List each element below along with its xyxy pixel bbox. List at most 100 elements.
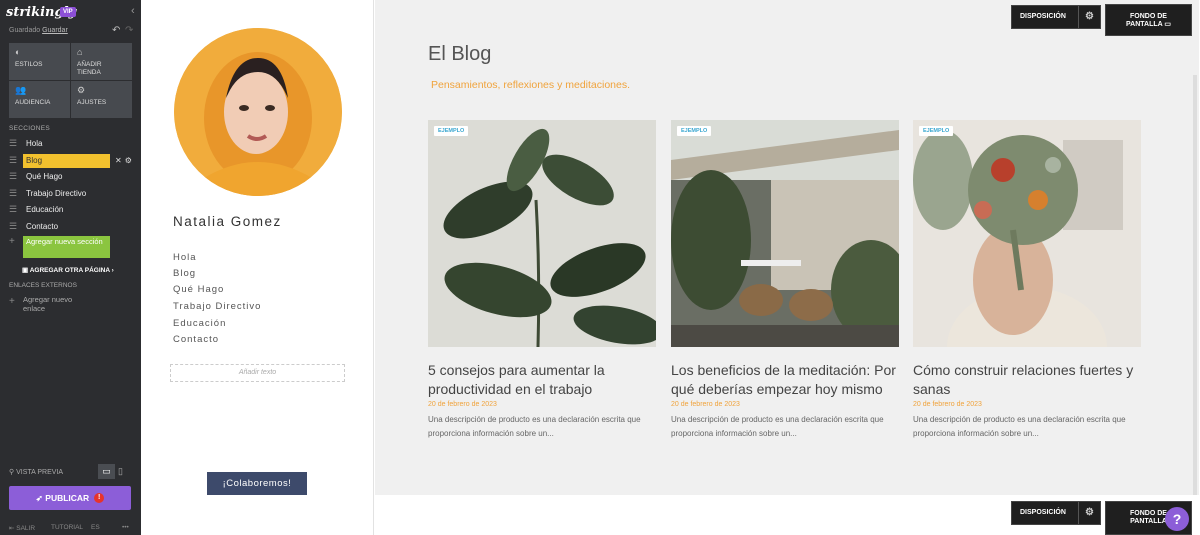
mobile-view-icon[interactable]: ▯	[118, 464, 123, 479]
add-section-button[interactable]: + Agregar nueva sección	[9, 236, 110, 258]
plus-icon: +	[9, 236, 15, 247]
page-icon: ▣	[22, 267, 30, 274]
post-image-flowers[interactable]: EJEMPLO	[913, 120, 1141, 347]
post-date: 20 de febrero de 2023	[913, 401, 982, 408]
image-icon: ▭	[1164, 21, 1171, 28]
add-link-label: Agregar nuevo enlace	[23, 295, 73, 313]
section-item-que-hago[interactable]: ☰ Qué Hago	[9, 169, 134, 184]
layout-button-bottom[interactable]: DISPOSICIÓN ⚙	[1011, 501, 1101, 525]
layout-label: DISPOSICIÓN	[1020, 13, 1066, 20]
background-button-top[interactable]: FONDO DE PANTALLA ▭	[1105, 4, 1192, 36]
nav-link-hola[interactable]: Hola	[173, 252, 197, 263]
blog-post-card[interactable]: EJEMPLO 5 consejos para aumentar la prod…	[428, 120, 656, 441]
collaborate-button[interactable]: ¡Colaboremos!	[207, 472, 307, 495]
gear-icon[interactable]: ⚙	[1078, 6, 1100, 28]
tools-grid: ◐ ESTILOS ⌂ AÑADIR TIENDA 👥 AUDIENCIA ⚙ AJUS…	[9, 43, 132, 118]
post-description: Una descripción de producto es una decla…	[913, 415, 1126, 438]
blog-subtitle[interactable]: Pensamientos, reflexiones y meditaciones…	[431, 79, 630, 91]
add-text-placeholder[interactable]: Añadir texto	[170, 364, 345, 382]
background-label: FONDO DE	[1130, 13, 1167, 20]
audience-button[interactable]: 👥 AUDIENCIA	[9, 81, 70, 118]
chevron-right-icon: ›	[111, 267, 114, 274]
example-badge: EJEMPLO	[434, 126, 469, 136]
nav-link-trabajo-directivo[interactable]: Trabajo Directivo	[173, 301, 261, 312]
drag-handle-icon[interactable]: ☰	[9, 171, 23, 182]
post-description: Una descripción de producto es una decla…	[671, 415, 884, 438]
settings-label: AJUSTES	[77, 98, 107, 106]
blog-title[interactable]: El Blog	[428, 43, 491, 66]
sections-heading: SECCIONES	[9, 125, 50, 132]
section-label: Contacto	[26, 222, 59, 231]
section-item-hola[interactable]: ☰ Hola	[9, 136, 134, 151]
section-label: Blog	[23, 153, 110, 168]
drag-handle-icon[interactable]: ☰	[9, 188, 23, 199]
blog-post-card[interactable]: EJEMPLO Los beneficios de la meditación:…	[671, 120, 899, 441]
store-icon: ⌂	[77, 47, 83, 57]
plus-icon: +	[9, 296, 15, 307]
help-button[interactable]: ?	[1165, 507, 1189, 531]
gear-icon: ⚙	[77, 85, 86, 95]
palette-icon: ◐	[15, 47, 21, 57]
nav-link-contacto[interactable]: Contacto	[173, 334, 219, 345]
external-links-heading: ENLACES EXTERNOS	[9, 282, 77, 289]
post-title[interactable]: Los beneficios de la meditación: Por qué…	[671, 361, 899, 399]
blog-post-card[interactable]: EJEMPLO Cómo construir relaciones fuerte…	[913, 120, 1141, 441]
nav-link-que-hago[interactable]: Qué Hago	[173, 284, 224, 295]
gear-icon[interactable]: ⚙	[1078, 502, 1100, 524]
post-title[interactable]: 5 consejos para aumentar la productivida…	[428, 361, 656, 399]
nav-link-blog[interactable]: Blog	[173, 268, 196, 279]
more-options-icon[interactable]: •••	[122, 524, 129, 531]
publish-button[interactable]: ➶ PUBLICAR!	[9, 486, 131, 510]
section-label: Trabajo Directivo	[26, 189, 87, 198]
post-image-plant[interactable]: EJEMPLO	[428, 120, 656, 347]
close-icon[interactable]: ✕	[115, 156, 122, 165]
drag-handle-icon[interactable]: ☰	[9, 138, 23, 149]
language-link[interactable]: ES	[91, 524, 100, 531]
exit-link[interactable]: ⇤ SALIR	[9, 524, 35, 532]
add-link-button[interactable]: + Agregar nuevo enlace	[9, 295, 93, 313]
drag-handle-icon[interactable]: ☰	[9, 155, 23, 166]
section-item-blog[interactable]: ☰ Blog ✕ ⚙	[9, 153, 134, 168]
drag-handle-icon[interactable]: ☰	[9, 221, 23, 232]
section-item-contacto[interactable]: ☰ Contacto	[9, 219, 134, 234]
gear-icon[interactable]: ⚙	[125, 156, 132, 165]
background-label: PANTALLA	[1130, 518, 1167, 525]
warning-icon: !	[94, 493, 105, 503]
blog-section[interactable]: El Blog Pensamientos, reflexiones y medi…	[375, 0, 1199, 495]
vip-badge: VIP	[60, 7, 76, 17]
save-status: Guardado Guardar	[9, 27, 68, 34]
audience-label: AUDIENCIA	[15, 98, 51, 106]
post-title[interactable]: Cómo construir relaciones fuertes y sana…	[913, 361, 1141, 399]
profile-avatar[interactable]	[174, 28, 342, 196]
background-label: PANTALLA	[1126, 21, 1163, 28]
scrollbar[interactable]	[1193, 75, 1197, 495]
preview-button[interactable]: ⚲ VISTA PREVIA	[9, 468, 63, 476]
desktop-view-icon[interactable]: ▭	[98, 464, 115, 479]
post-description: Una descripción de producto es una decla…	[428, 415, 641, 438]
collapse-panel-icon[interactable]: ‹	[131, 5, 135, 17]
post-image-terrace[interactable]: EJEMPLO	[671, 120, 899, 347]
settings-button[interactable]: ⚙ AJUSTES	[71, 81, 132, 118]
section-label: Educación	[26, 205, 64, 214]
add-page-label: AGREGAR OTRA PÁGINA	[29, 267, 110, 274]
rocket-icon: ➶	[35, 492, 46, 503]
redo-icon[interactable]: ↷	[125, 25, 133, 36]
publish-label: PUBLICAR	[45, 493, 90, 503]
section-item-educacion[interactable]: ☰ Educación	[9, 202, 134, 217]
layout-label: DISPOSICIÓN	[1020, 509, 1066, 516]
nav-link-educacion[interactable]: Educación	[173, 318, 226, 329]
section-label: Qué Hago	[26, 172, 63, 181]
post-date: 20 de febrero de 2023	[428, 401, 497, 408]
tutorial-link[interactable]: TUTORIAL	[51, 524, 83, 531]
undo-icon[interactable]: ↶	[112, 25, 120, 36]
save-link[interactable]: Guardar	[42, 27, 68, 34]
layout-button-top[interactable]: DISPOSICIÓN ⚙	[1011, 5, 1101, 29]
add-page-button[interactable]: ▣ AGREGAR OTRA PÁGINA ›	[22, 266, 114, 274]
profile-name[interactable]: Natalia Gomez	[173, 214, 282, 229]
add-store-button[interactable]: ⌂ AÑADIR TIENDA	[71, 43, 132, 80]
styles-button[interactable]: ◐ ESTILOS	[9, 43, 70, 80]
drag-handle-icon[interactable]: ☰	[9, 204, 23, 215]
add-store-label: AÑADIR TIENDA	[77, 60, 102, 77]
background-label: FONDO DE	[1130, 510, 1167, 517]
section-item-trabajo-directivo[interactable]: ☰ Trabajo Directivo	[9, 186, 134, 201]
